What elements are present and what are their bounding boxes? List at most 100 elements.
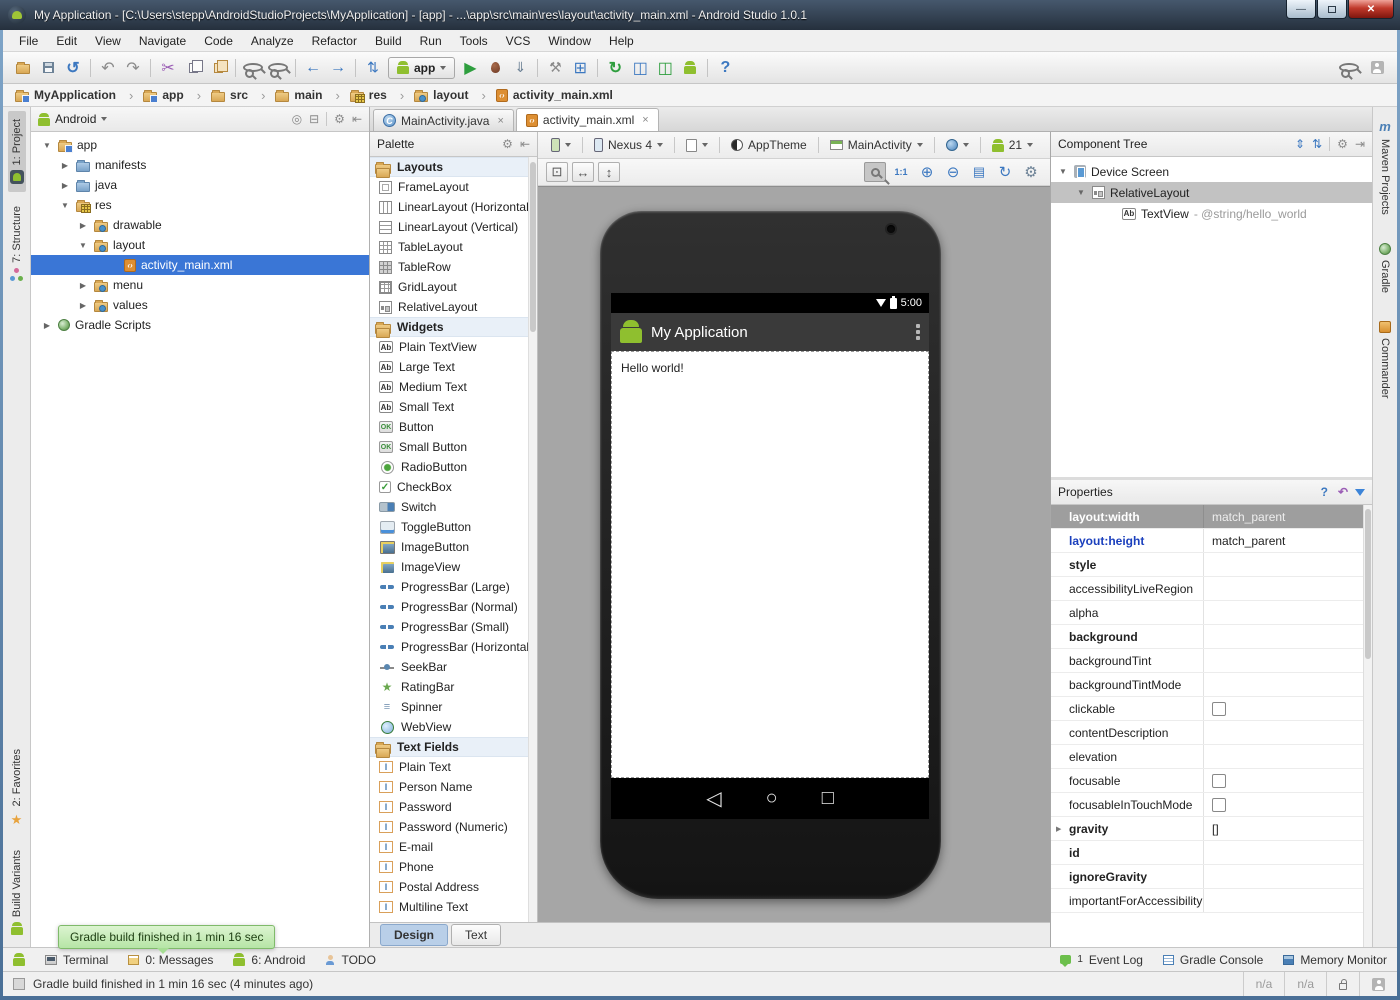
editor-mode-tab[interactable]: Text	[451, 924, 501, 946]
chevron-down-icon[interactable]	[101, 117, 107, 121]
editor-mode-tab[interactable]: Design	[380, 924, 448, 946]
device-dropdown[interactable]: Nexus 4	[589, 136, 668, 154]
project-tree-item[interactable]: ▶drawable	[31, 215, 369, 235]
property-row[interactable]: backgroundTintMode	[1051, 673, 1364, 697]
locale-dropdown[interactable]	[941, 137, 974, 153]
close-button[interactable]: ✕	[1348, 0, 1394, 19]
hide-panel-icon[interactable]: ⇥	[1355, 137, 1365, 151]
position-indicator[interactable]: n/a	[1243, 972, 1285, 996]
collapse-all-icon[interactable]: ⊟	[309, 112, 319, 126]
palette-item[interactable]: RelativeLayout	[370, 297, 529, 317]
zoom-out-button[interactable]: ⊖	[942, 162, 964, 182]
property-row[interactable]: accessibilityLiveRegion	[1051, 577, 1364, 601]
tool-tab-build-variants[interactable]: Build Variants	[9, 842, 25, 943]
actual-size-button[interactable]: 1:1	[890, 162, 912, 182]
attach-debugger-icon[interactable]: ⇓	[510, 57, 530, 79]
tree-toggle-icon[interactable]: ▶	[77, 221, 89, 230]
palette-item[interactable]: ★RatingBar	[370, 677, 529, 697]
run-icon[interactable]: ▶	[460, 57, 480, 79]
tree-toggle-icon[interactable]: ▼	[77, 241, 89, 250]
palette-item[interactable]: IPassword (Numeric)	[370, 817, 529, 837]
palette-item[interactable]: ✓CheckBox	[370, 477, 529, 497]
tool-tab-gradle[interactable]: Gradle	[1379, 243, 1391, 293]
project-tree-item[interactable]: ▶manifests	[31, 155, 369, 175]
forward-icon[interactable]: →	[328, 57, 348, 79]
settings-icon[interactable]: ⚒	[545, 57, 565, 79]
help-icon[interactable]: ?	[715, 57, 735, 79]
fit-width-button[interactable]: ↔	[572, 162, 594, 182]
project-tree-item[interactable]: ▶Gradle Scripts	[31, 315, 369, 335]
open-icon[interactable]	[13, 57, 33, 79]
run-configuration-selector[interactable]: app	[388, 57, 455, 79]
menu-item[interactable]: View	[87, 32, 129, 50]
project-tree-item[interactable]: ▼layout	[31, 235, 369, 255]
menu-item[interactable]: VCS	[498, 32, 539, 50]
menu-item[interactable]: Code	[196, 32, 241, 50]
tool-tab-project[interactable]: 1: Project	[8, 111, 26, 192]
render-settings-button[interactable]: ⚙	[1020, 162, 1042, 182]
design-canvas[interactable]: 5:00 My Application	[538, 186, 1050, 922]
tree-toggle-icon[interactable]: ▶	[59, 181, 71, 190]
palette-item[interactable]: LinearLayout (Vertical)	[370, 217, 529, 237]
palette-item[interactable]: FrameLayout	[370, 177, 529, 197]
settings-icon[interactable]: ⚙	[334, 112, 345, 126]
search-icon[interactable]	[1339, 63, 1359, 72]
project-tree-item[interactable]: ▶java	[31, 175, 369, 195]
orientation-dropdown[interactable]	[681, 137, 713, 154]
preview-content-root[interactable]: Hello world!	[611, 351, 929, 778]
encoding-indicator[interactable]: n/a	[1284, 972, 1326, 996]
palette-item[interactable]: AbPlain TextView	[370, 337, 529, 357]
event-log-button[interactable]: 1Event Log	[1060, 953, 1143, 967]
avd-manager-icon[interactable]: ◫	[655, 57, 675, 79]
palette-item[interactable]: IMultiline Text	[370, 897, 529, 917]
hide-panel-icon[interactable]: ⇤	[520, 137, 530, 151]
collapse-all-icon[interactable]: ⇅	[1312, 137, 1322, 151]
find-icon[interactable]	[243, 63, 263, 72]
redo-icon[interactable]: ↷	[123, 57, 143, 79]
memory-monitor-button[interactable]: Memory Monitor	[1283, 953, 1387, 967]
separator[interactable]	[355, 59, 356, 77]
property-row[interactable]: focusableInTouchMode	[1051, 793, 1364, 817]
menu-item[interactable]: Refactor	[304, 32, 365, 50]
palette-item[interactable]: ProgressBar (Normal)	[370, 597, 529, 617]
palette-item[interactable]: LinearLayout (Horizontal)	[370, 197, 529, 217]
tool-tab-maven[interactable]: mMaven Projects	[1379, 119, 1391, 215]
property-row[interactable]: importantForAccessibility	[1051, 889, 1364, 913]
property-row[interactable]: focusable	[1051, 769, 1364, 793]
toggle-toolwindows-icon[interactable]	[13, 978, 25, 990]
settings-icon[interactable]: ⚙	[1337, 137, 1348, 151]
palette-item[interactable]: IPhone	[370, 857, 529, 877]
property-row[interactable]: background	[1051, 625, 1364, 649]
crumb-src[interactable]: src	[209, 88, 273, 103]
editor-tab[interactable]: activity_main.xml×	[516, 108, 659, 131]
palette-item[interactable]: TableLayout	[370, 237, 529, 257]
debug-icon[interactable]	[485, 57, 505, 79]
highlighting-level-icon[interactable]	[1359, 972, 1397, 996]
copy-icon[interactable]	[183, 57, 203, 79]
project-tree-item[interactable]: ▼res	[31, 195, 369, 215]
locate-icon[interactable]: ◎	[292, 112, 302, 126]
palette-item[interactable]: Switch	[370, 497, 529, 517]
tree-toggle-icon[interactable]: ▶	[59, 161, 71, 170]
property-row[interactable]: backgroundTint	[1051, 649, 1364, 673]
device-monitor-icon[interactable]	[680, 57, 700, 79]
tree-toggle-icon[interactable]: ▼	[1057, 167, 1069, 176]
palette-item[interactable]: ProgressBar (Horizontal)	[370, 637, 529, 657]
palette-item[interactable]: WebView	[370, 717, 529, 737]
project-tree-item[interactable]: ▼app	[31, 135, 369, 155]
find-in-path-icon[interactable]	[268, 63, 288, 72]
menu-item[interactable]: Help	[601, 32, 642, 50]
crumb-app[interactable]: app	[141, 88, 209, 103]
gradle-console-button[interactable]: Gradle Console	[1163, 953, 1263, 967]
hello-world-textview[interactable]: Hello world!	[621, 361, 684, 375]
device-screen-preview[interactable]: 5:00 My Application	[611, 293, 929, 819]
cut-icon[interactable]: ✂	[158, 57, 178, 79]
editor-tab[interactable]: MainActivity.java×	[373, 109, 514, 131]
palette-item[interactable]: OKButton	[370, 417, 529, 437]
paste-icon[interactable]	[208, 57, 228, 79]
tree-toggle-icon[interactable]: ▶	[77, 281, 89, 290]
crumb-res[interactable]: res	[348, 88, 412, 103]
tree-toggle-icon[interactable]: ▶	[41, 321, 53, 330]
project-tree-item[interactable]: ▶values	[31, 295, 369, 315]
filter-icon[interactable]	[1355, 489, 1365, 496]
